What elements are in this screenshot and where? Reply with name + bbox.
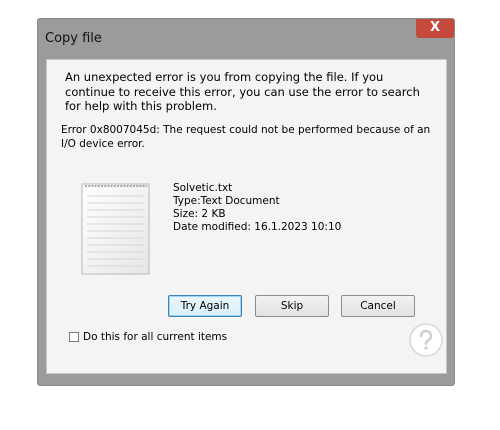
dialog-content: An unexpected error is you from copying … bbox=[46, 59, 447, 374]
copy-file-dialog: Copy file X An unexpected error is you f… bbox=[37, 18, 455, 386]
question-logo-icon bbox=[409, 323, 443, 357]
error-message: An unexpected error is you from copying … bbox=[65, 70, 420, 113]
dialog-title: Copy file bbox=[45, 31, 102, 46]
file-size: Size: 2 KB bbox=[173, 208, 226, 220]
text-document-icon bbox=[81, 183, 150, 275]
close-button[interactable]: X bbox=[416, 19, 454, 38]
apply-all-checkbox[interactable] bbox=[69, 332, 79, 342]
file-info: Solvetic.txt Type:Text Document Size: 2 … bbox=[173, 182, 341, 234]
apply-all-checkbox-label: Do this for all current items bbox=[83, 331, 228, 343]
error-code-text: Error 0x8007045d: The request could not … bbox=[61, 124, 431, 150]
try-again-button[interactable]: Try Again bbox=[168, 295, 242, 317]
apply-all-checkbox-row[interactable]: Do this for all current items bbox=[69, 330, 227, 344]
file-date-modified: Date modified: 16.1.2023 10:10 bbox=[173, 221, 342, 233]
file-type: Type:Text Document bbox=[173, 195, 280, 207]
file-name: Solvetic.txt bbox=[173, 182, 233, 194]
skip-button[interactable]: Skip bbox=[255, 295, 329, 317]
cancel-button[interactable]: Cancel bbox=[341, 295, 415, 317]
